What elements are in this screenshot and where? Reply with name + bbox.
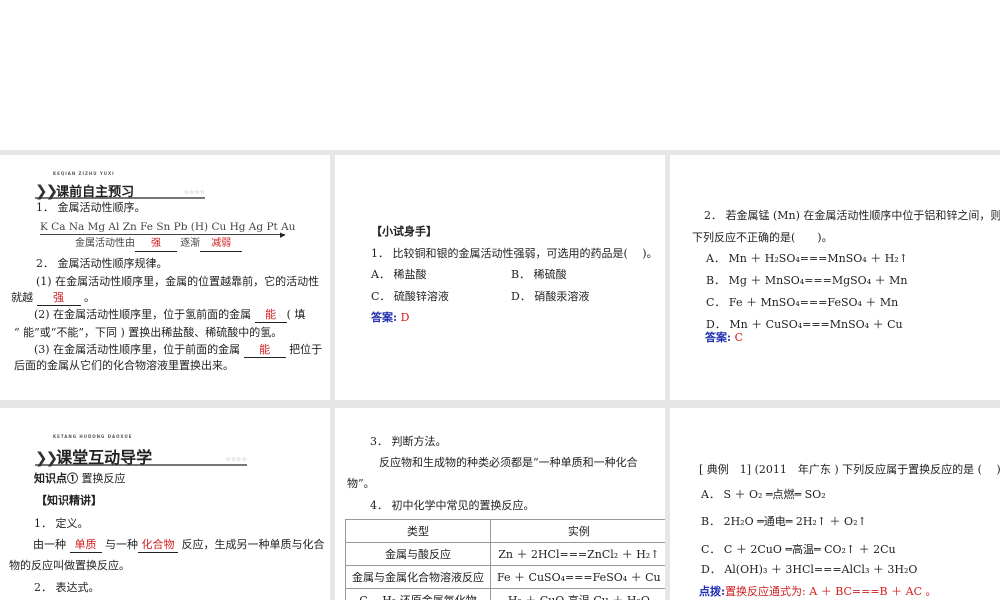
text-line: 2． 表达式。 [34, 581, 100, 594]
text-line: 4． 初中化学中常见的置换反应。 [370, 499, 535, 512]
text-line: 1． 定义。 [34, 517, 89, 530]
question-text: 1． 比较铜和银的金属活动性强弱，可选用的药品是( )。 [371, 247, 658, 260]
text-line: (1) 在金属活动性顺序里，金属的位置越靠前，它的活动性 [36, 275, 320, 288]
subsection-title: 【知识精讲】 [36, 494, 102, 507]
option-c: C． C ＋ 2CuO ═高温═ CO₂↑ ＋ 2Cu [701, 543, 896, 556]
slide-preview-5[interactable]: 3． 判断方法。 反应物和生成物的种类必须都是“一种单质和一种化合 物”。 4．… [335, 408, 665, 600]
table-cell: C、 H₂ 还原金属氧化物 [345, 588, 491, 600]
option-d: D． 硝酸汞溶液 [511, 290, 590, 303]
question-text: 2． 若金属锰 (Mn) 在金属活动性顺序中位于铝和锌之间，则 [704, 209, 1000, 222]
section-title: 【小试身手】 [371, 225, 437, 238]
option-b: B． 2H₂O ═通电═ 2H₂↑ ＋ O₂↑ [701, 515, 867, 528]
table-cell: 金属与金属化合物溶液反应 [345, 565, 491, 589]
option-c: C． 硫酸锌溶液 [371, 290, 449, 303]
slide-preview-1[interactable]: ❯❯课前自主预习 KEQIAN ZIZHU YUXI ☆☆☆☆ 1． 金属活动性… [0, 155, 330, 400]
text-line: (3) 在金属活动性顺序里，位于前面的金属 能 把位于 [34, 343, 323, 358]
knowledge-point: 知识点① 置换反应 [34, 472, 126, 485]
text-line: 由一种 单质 与一种 化合物 反应，生成另一种单质与化合 [33, 538, 325, 553]
text-line: 后面的金属从它们的化合物溶液里置换出来。 [14, 359, 234, 372]
question-text: [ 典例 1] (2011 年广东 ) 下列反应属于置换反应的是 ( )。 [699, 463, 1000, 476]
activity-series: K Ca Na Mg Al Zn Fe Sn Pb (H) Cu Hg Ag P… [40, 221, 296, 235]
table-row: 金属与酸反应 Zn ＋ 2HCl===ZnCl₂ ＋ H₂↑ [345, 542, 665, 566]
chevron-icon: ❯❯ [35, 449, 58, 467]
section-pinyin: KETANG HUDONG DAOXUE [53, 434, 133, 439]
text-line: 金属活动性由强 逐渐 减弱 [75, 237, 243, 252]
slide-preview-3[interactable]: 2． 若金属锰 (Mn) 在金属活动性顺序中位于铝和锌之间，则 下列反应不正确的… [670, 155, 1000, 400]
stars-icon: ☆☆☆☆ [183, 189, 205, 196]
section-title: 课前自主预习 [56, 185, 135, 200]
section-pinyin: KEQIAN ZIZHU YUXI [53, 171, 115, 176]
option-a: A． Mn ＋ H₂SO₄===MnSO₄ ＋ H₂↑ [706, 252, 908, 265]
table-cell: H₂ ＋ CuO 高温 Cu ＋ H₂O [490, 588, 665, 600]
table-cell: Fe ＋ CuSO₄===FeSO₄ ＋ Cu [490, 565, 665, 589]
text-line: 反应物和生成物的种类必须都是“一种单质和一种化合 [379, 456, 638, 469]
table-header-row: 类型 实例 [345, 519, 665, 543]
section-header: ❯❯课前自主预习 KEQIAN ZIZHU YUXI ☆☆☆☆ [35, 171, 205, 200]
slide-preview-4[interactable]: ❯❯课堂互动导学 KETANG HUDONG DAOXUE ☆☆☆☆ 知识点① … [0, 408, 330, 600]
option-a: A． 稀盐酸 [371, 268, 427, 281]
header-cell: 实例 [490, 519, 665, 543]
chevron-icon: ❯❯ [35, 182, 58, 200]
reaction-table: 类型 实例 金属与酸反应 Zn ＋ 2HCl===ZnCl₂ ＋ H₂↑ 金属与金属… [345, 519, 665, 600]
text-line: 1． 金属活动性顺序。 [36, 201, 146, 214]
text-line: 3． 判断方法。 [370, 435, 447, 448]
table-cell: Zn ＋ 2HCl===ZnCl₂ ＋ H₂↑ [490, 542, 665, 566]
answer: 答案: D [371, 311, 410, 324]
header-cell: 类型 [345, 519, 491, 543]
option-c: C． Fe ＋ MnSO₄===FeSO₄ ＋ Mn [706, 296, 899, 309]
arrow-icon: ▶ [280, 231, 286, 239]
section-header: ❯❯课堂互动导学 KETANG HUDONG DAOXUE ☆☆☆☆ [35, 434, 247, 467]
table-row: 金属与金属化合物溶液反应 Fe ＋ CuSO₄===FeSO₄ ＋ Cu [345, 565, 665, 589]
question-text: 下列反应不正确的是( )。 [692, 231, 833, 244]
table-cell: 金属与酸反应 [345, 542, 491, 566]
text-line: 物”。 [347, 477, 375, 490]
option-d: D． Al(OH)₃ ＋ 3HCl===AlCl₃ ＋ 3H₂O [701, 563, 918, 576]
slide-preview-2[interactable]: 【小试身手】 1． 比较铜和银的金属活动性强弱，可选用的药品是( )。 A． 稀… [335, 155, 665, 400]
stars-icon: ☆☆☆☆ [225, 456, 247, 463]
text-line: 2． 金属活动性顺序规律。 [36, 257, 168, 270]
text-line: (2) 在金属活动性顺序里，位于氢前面的金属 能( 填 [34, 308, 306, 323]
text-line: 就越 强 。 [11, 291, 95, 306]
slide-preview-6[interactable]: [ 典例 1] (2011 年广东 ) 下列反应属于置换反应的是 ( )。 A．… [670, 408, 1000, 600]
text-line: 物的反应叫做置换反应。 [9, 559, 130, 572]
section-title: 课堂互动导学 [56, 448, 153, 467]
option-d: D． Mn ＋ CuSO₄===MnSO₄ ＋ Cu [706, 318, 903, 331]
option-b: B． 稀硫酸 [511, 268, 567, 281]
answer: 答案: C [705, 331, 743, 344]
option-b: B． Mg ＋ MnSO₄===MgSO₄ ＋ Mn [706, 274, 908, 287]
text-line: “ 能”或“不能”，下同 ) 置换出稀盐酸、稀硫酸中的氢。 [14, 326, 283, 339]
table-row: C、 H₂ 还原金属氧化物H₂ ＋ CuO 高温 Cu ＋ H₂O [345, 588, 665, 600]
option-a: A． S ＋ O₂ ═点燃═ SO₂ [701, 488, 826, 501]
tip: 点拨:置换反应通式为: A ＋ BC===B ＋ AC 。 [699, 585, 937, 598]
